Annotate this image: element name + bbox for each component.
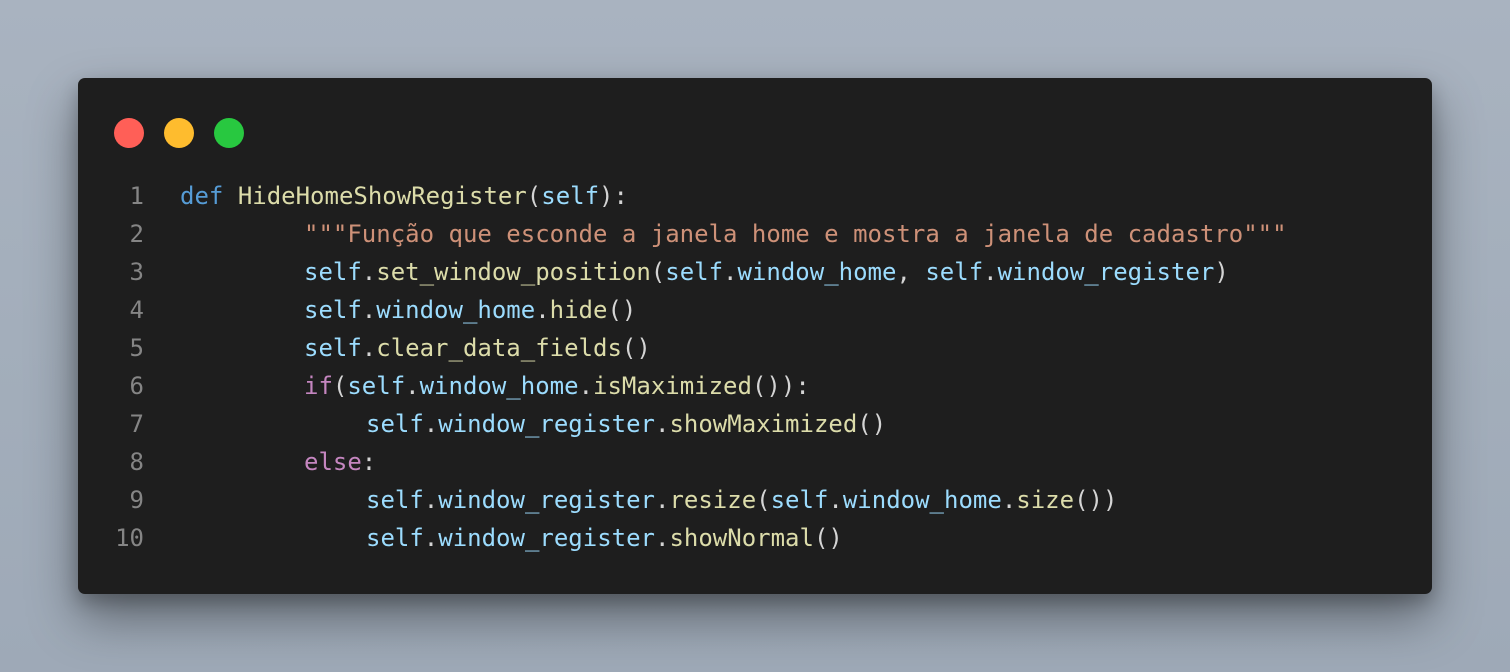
code-token: ()): <box>751 372 810 400</box>
code-token: () <box>607 296 637 324</box>
line-number: 3 <box>129 258 144 286</box>
code-token: isMaximized <box>593 372 752 400</box>
code-token: : <box>361 448 377 476</box>
code-token: . <box>655 410 670 438</box>
code-token: clear_data_fields <box>376 334 622 362</box>
code-token: self <box>925 258 984 286</box>
line-number: 4 <box>129 296 144 324</box>
window-controls <box>114 118 244 148</box>
code-line: 5 self.clear_data_fields() <box>78 329 1432 367</box>
code-token: . <box>1001 486 1017 514</box>
code-token: self <box>304 334 362 362</box>
code-text[interactable]: self.window_register.showMaximized() <box>180 405 886 443</box>
line-number: 2 <box>129 220 144 248</box>
code-text[interactable]: self.set_window_position(self.window_hom… <box>180 253 1229 291</box>
line-number: 1 <box>129 182 144 210</box>
code-token: . <box>828 486 843 514</box>
code-token: () <box>621 334 651 362</box>
code-token: , <box>896 258 926 286</box>
code-token: ()) <box>1074 486 1118 514</box>
code-token: window_home <box>842 486 1002 514</box>
line-number: 7 <box>129 410 144 438</box>
code-token: . <box>535 296 550 324</box>
code-token: . <box>405 372 420 400</box>
code-line: 4 self.window_home.hide() <box>78 291 1432 329</box>
line-number: 10 <box>115 524 144 552</box>
line-number: 5 <box>129 334 144 362</box>
code-token: () <box>813 524 843 552</box>
code-token: self <box>304 258 362 286</box>
code-text[interactable]: else: <box>180 443 376 481</box>
code-token: . <box>983 258 998 286</box>
code-token: . <box>361 258 377 286</box>
line-number: 9 <box>129 486 144 514</box>
code-window: 1 def HideHomeShowRegister(self): 2 """Funç… <box>78 78 1432 594</box>
code-text[interactable]: self.clear_data_fields() <box>180 329 651 367</box>
code-token: . <box>423 524 439 552</box>
code-token: . <box>723 258 738 286</box>
code-token: self <box>366 524 424 552</box>
code-token: window_register <box>438 524 655 552</box>
code-token: . <box>423 486 439 514</box>
code-line: 2 """Função que esconde a janela home e m… <box>78 215 1432 253</box>
code-line: 1 def HideHomeShowRegister(self): <box>78 177 1432 215</box>
code-token: ( <box>526 182 542 210</box>
code-token: self <box>770 486 829 514</box>
line-number: 6 <box>129 372 144 400</box>
line-number: 8 <box>129 448 144 476</box>
code-line: 8 else: <box>78 443 1432 481</box>
code-token: def <box>180 182 224 210</box>
code-token: self <box>665 258 724 286</box>
code-token: set_window_position <box>376 258 651 286</box>
code-token: self <box>347 372 406 400</box>
code-token: window_register <box>438 410 655 438</box>
code-token: hide <box>549 296 608 324</box>
code-text[interactable]: self.window_register.resize(self.window_… <box>180 481 1117 519</box>
code-token: self <box>366 486 424 514</box>
code-token: ( <box>650 258 666 286</box>
code-token: ): <box>599 182 628 210</box>
code-token: else <box>304 448 362 476</box>
code-text[interactable]: def HideHomeShowRegister(self): <box>180 177 628 215</box>
code-line: 3 self.set_window_position(self.window_ho… <box>78 253 1432 291</box>
code-token: window_home <box>376 296 536 324</box>
code-token: . <box>361 334 377 362</box>
code-token: . <box>423 410 439 438</box>
code-token: size <box>1016 486 1075 514</box>
code-token: . <box>578 372 594 400</box>
code-block: 1 def HideHomeShowRegister(self): 2 """Funç… <box>78 177 1432 557</box>
code-token: if <box>304 372 333 400</box>
code-token: resize <box>669 486 757 514</box>
code-token: () <box>857 410 887 438</box>
code-token: self <box>304 296 362 324</box>
code-token: . <box>361 296 377 324</box>
code-token: showNormal <box>669 524 814 552</box>
code-token: . <box>655 524 670 552</box>
code-line: 7 self.window_register.showMaximized() <box>78 405 1432 443</box>
code-token: window_register <box>438 486 655 514</box>
code-token: """Função que esconde a janela home e mo… <box>304 220 1287 248</box>
code-token: window_home <box>419 372 579 400</box>
code-token: . <box>655 486 670 514</box>
code-text[interactable]: """Função que esconde a janela home e mo… <box>180 215 1287 253</box>
code-token: ( <box>756 486 771 514</box>
code-text[interactable]: self.window_home.hide() <box>180 291 636 329</box>
code-line: 6 if(self.window_home.isMaximized()): <box>78 367 1432 405</box>
code-token: HideHomeShowRegister <box>237 182 527 210</box>
maximize-dot-icon[interactable] <box>214 118 244 148</box>
code-token: self <box>366 410 424 438</box>
close-dot-icon[interactable] <box>114 118 144 148</box>
code-line: 10 self.window_register.showNormal() <box>78 519 1432 557</box>
code-token: self <box>541 182 600 210</box>
code-text[interactable]: self.window_register.showNormal() <box>180 519 843 557</box>
code-token: ) <box>1214 258 1229 286</box>
code-line: 9 self.window_register.resize(self.window… <box>78 481 1432 519</box>
code-text[interactable]: if(self.window_home.isMaximized()): <box>180 367 810 405</box>
minimize-dot-icon[interactable] <box>164 118 194 148</box>
code-token: showMaximized <box>669 410 858 438</box>
code-token: window_home <box>737 258 897 286</box>
code-token: window_register <box>997 258 1215 286</box>
code-token: ( <box>332 372 348 400</box>
